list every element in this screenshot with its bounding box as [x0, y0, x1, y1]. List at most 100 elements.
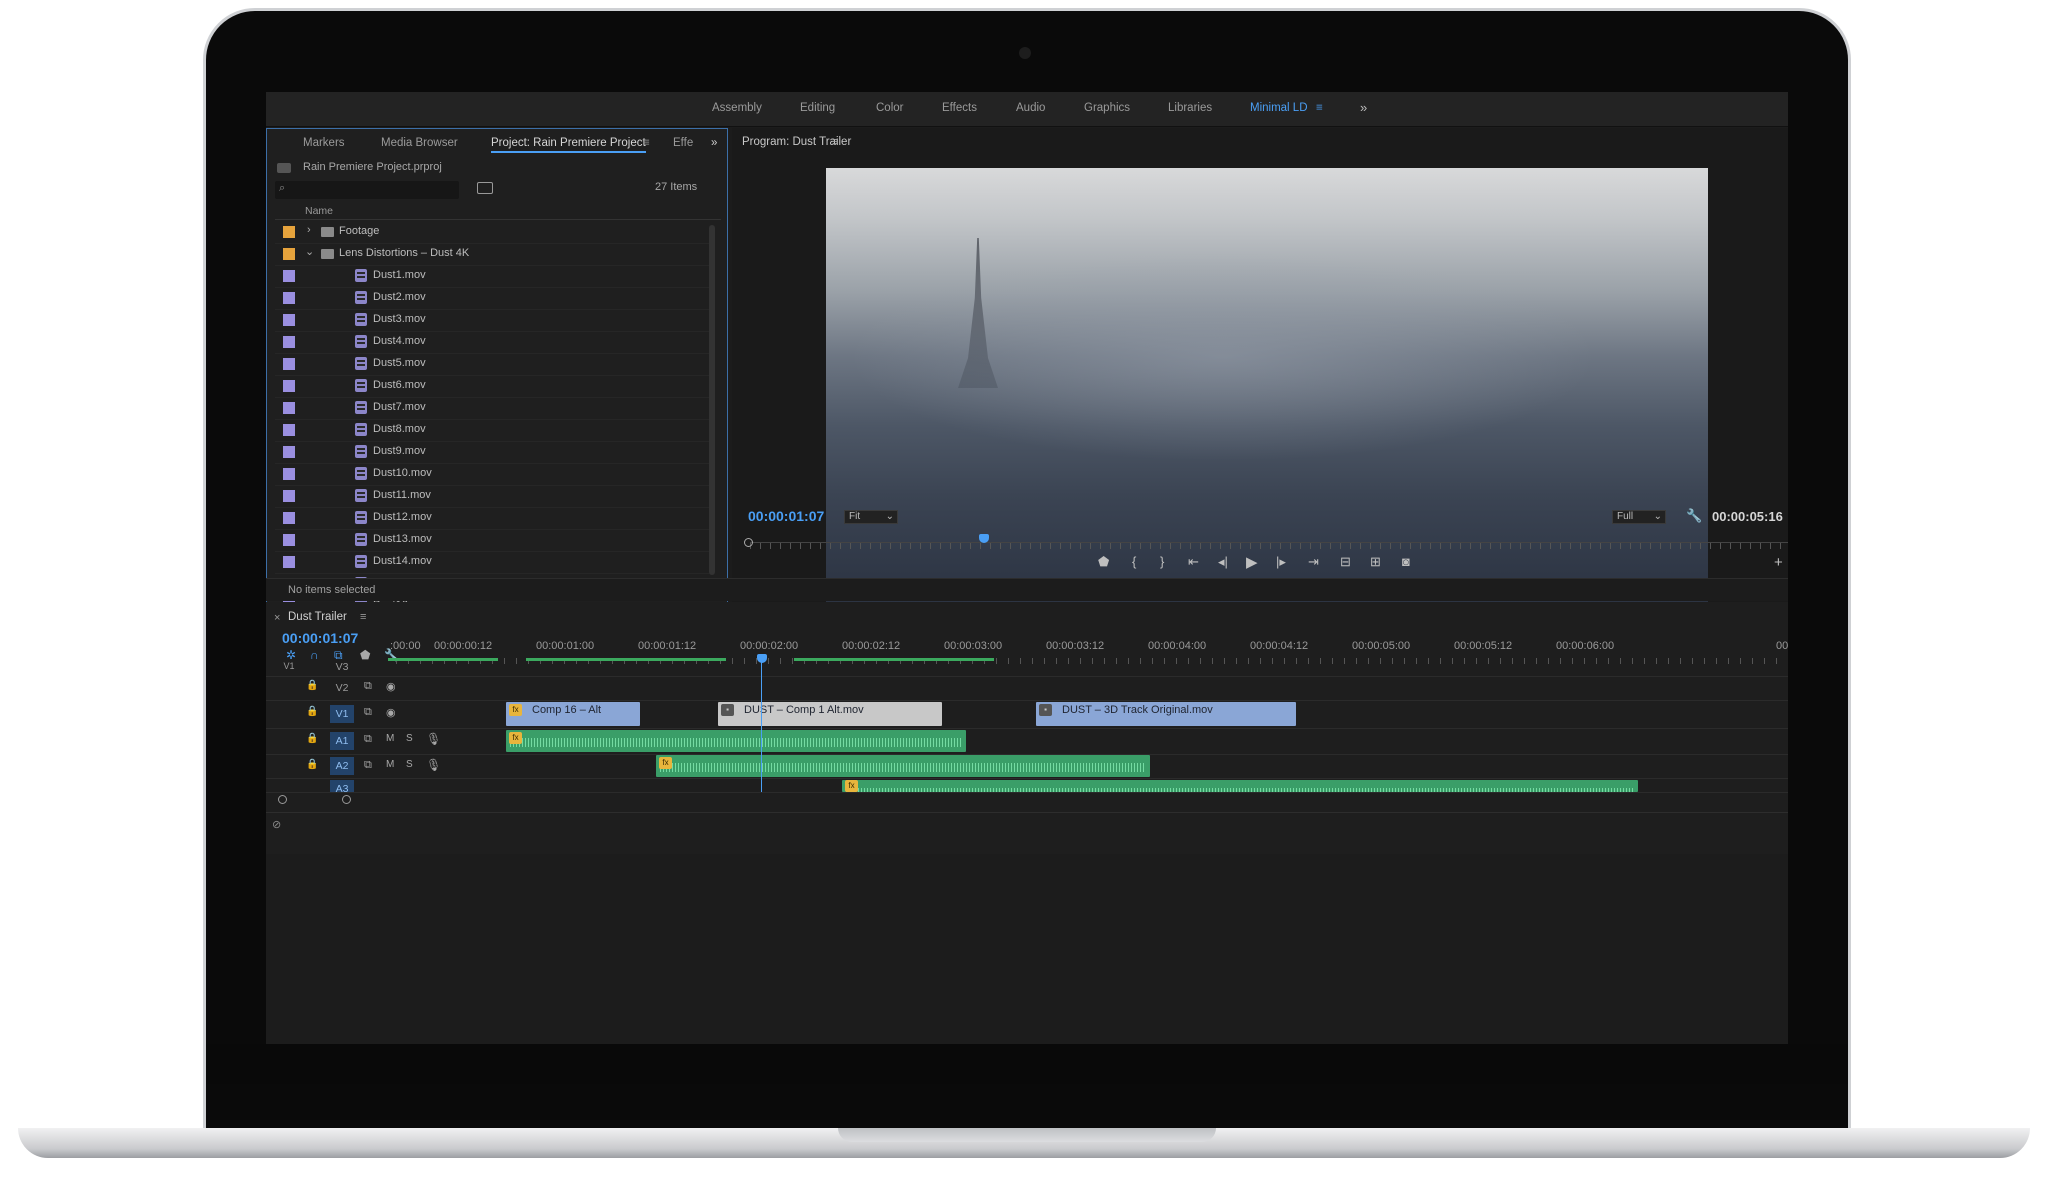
audio-clip[interactable]: fx	[506, 730, 966, 752]
clip-row[interactable]: Dust7.mov	[275, 397, 711, 420]
zoom-scroll-handle-left[interactable]	[278, 795, 287, 804]
sync-lock-icon[interactable]: ⧉	[364, 706, 372, 719]
info-strip: No items selected	[266, 578, 1788, 601]
play-icon[interactable]: ▶	[1246, 553, 1258, 571]
label-color-chip	[283, 512, 295, 524]
clip-row[interactable]: Dust4.mov	[275, 331, 711, 354]
track-label-a2[interactable]: A2	[330, 757, 354, 775]
track-label-v1[interactable]: V1	[330, 705, 354, 723]
tab-effects[interactable]: Effe	[673, 137, 693, 149]
tab-media-browser[interactable]: Media Browser	[381, 137, 458, 149]
sync-lock-icon[interactable]: ⧉	[364, 733, 372, 746]
lift-icon[interactable]: ⊟	[1340, 554, 1351, 570]
workspace-menu-icon[interactable]: ≡	[1316, 102, 1323, 114]
clip-row[interactable]: Dust13.mov	[275, 529, 711, 552]
link-icon[interactable]: ⊘	[272, 818, 281, 831]
clip-row[interactable]: Dust11.mov	[275, 485, 711, 508]
double-chevron-right-icon[interactable]: »	[711, 137, 717, 149]
resolution-dropdown[interactable]: Full ⌄	[1612, 510, 1666, 524]
go-to-in-icon[interactable]: ⇤	[1188, 554, 1199, 570]
microphone-icon[interactable]: 🎙	[426, 732, 441, 746]
folder-row-footage[interactable]: › Footage	[275, 221, 711, 244]
clip-row[interactable]: Dust14.mov	[275, 551, 711, 574]
snap-magnet-icon[interactable]: ∩	[310, 648, 319, 662]
panel-menu-icon[interactable]: ≡	[832, 136, 838, 148]
track-label-a3[interactable]: A3	[330, 780, 354, 792]
sync-lock-icon[interactable]: ⧉	[364, 680, 372, 693]
eye-icon[interactable]: ◉	[386, 680, 396, 693]
workspace-tab-assembly[interactable]: Assembly	[712, 102, 762, 114]
lock-icon[interactable]: 🔒	[306, 706, 318, 717]
clip-row[interactable]: Dust12.mov	[275, 507, 711, 530]
search-input[interactable]: ⌕	[275, 181, 459, 199]
sync-lock-icon[interactable]: ⧉	[364, 759, 372, 772]
sequence-tab[interactable]: Dust Trailer	[288, 611, 347, 623]
double-chevron-right-icon[interactable]: »	[1360, 100, 1367, 115]
step-back-icon[interactable]: ◂|	[1218, 554, 1228, 570]
extract-icon[interactable]: ⊞	[1370, 554, 1381, 570]
workspace-tab-libraries[interactable]: Libraries	[1168, 102, 1212, 114]
track-label-v2[interactable]: V2	[330, 679, 354, 697]
fx-badge: fx	[845, 780, 858, 792]
workspace-tab-effects[interactable]: Effects	[942, 102, 977, 114]
ruler-label: 00:00:03:00	[944, 640, 1003, 652]
panel-menu-icon[interactable]: ≡	[360, 611, 366, 623]
audio-clip[interactable]: fx	[842, 780, 1638, 792]
solo-button[interactable]: S	[406, 733, 413, 744]
clip-row[interactable]: Dust1.mov	[275, 265, 711, 288]
workspace-tab-graphics[interactable]: Graphics	[1084, 102, 1130, 114]
clip-row[interactable]: Dust8.mov	[275, 419, 711, 442]
lock-icon[interactable]: 🔒	[306, 759, 318, 770]
mark-in-icon[interactable]: {	[1132, 554, 1136, 569]
export-frame-camera-icon[interactable]: ◙	[1402, 554, 1410, 569]
folder-label: Lens Distortions – Dust 4K	[339, 247, 470, 259]
video-clip[interactable]: fx Comp 16 – Alt	[506, 702, 640, 726]
video-clip[interactable]: ▪ DUST – Comp 1 Alt.mov	[718, 702, 942, 726]
video-clip[interactable]: ▪ DUST – 3D Track Original.mov	[1036, 702, 1296, 726]
scrollbar[interactable]	[709, 225, 715, 575]
clip-row[interactable]: Dust10.mov	[275, 463, 711, 486]
chevron-down-icon[interactable]: ⌄	[305, 245, 314, 258]
mute-button[interactable]: M	[386, 759, 394, 770]
tab-markers[interactable]: Markers	[303, 137, 345, 149]
clip-label: Dust3.mov	[373, 313, 426, 325]
clip-row[interactable]: Dust6.mov	[275, 375, 711, 398]
microphone-icon[interactable]: 🎙	[426, 758, 441, 772]
clip-row[interactable]: Dust5.mov	[275, 353, 711, 376]
timeline-timecode[interactable]: 00:00:01:07	[282, 630, 358, 646]
clip-row[interactable]: Dust2.mov	[275, 287, 711, 310]
eye-icon[interactable]: ◉	[386, 706, 396, 719]
workspace-tab-color[interactable]: Color	[876, 102, 903, 114]
mute-button[interactable]: M	[386, 733, 394, 744]
zoom-dropdown[interactable]: Fit ⌄	[844, 510, 898, 524]
solo-button[interactable]: S	[406, 759, 413, 770]
column-header-name[interactable]: Name	[305, 205, 333, 217]
chevron-right-icon[interactable]: ›	[307, 224, 311, 236]
clip-row[interactable]: Dust9.mov	[275, 441, 711, 464]
source-patch-v1[interactable]: V1	[280, 660, 298, 672]
add-marker-icon[interactable]: ⬟	[360, 648, 370, 662]
close-icon[interactable]: ×	[274, 612, 280, 624]
clip-row[interactable]: Dust3.mov	[275, 309, 711, 332]
wrench-icon[interactable]: 🔧	[1686, 508, 1702, 524]
workspace-tab-editing[interactable]: Editing	[800, 102, 835, 114]
tab-project[interactable]: Project: Rain Premiere Project	[491, 137, 646, 153]
panel-menu-icon[interactable]: ≡	[643, 137, 650, 149]
button-editor-plus-icon[interactable]: +	[1774, 554, 1783, 571]
lock-icon[interactable]: 🔒	[306, 733, 318, 744]
workspace-tab-minimal-ld[interactable]: Minimal LD	[1250, 102, 1308, 114]
audio-clip[interactable]: fx	[656, 755, 1150, 777]
add-marker-icon[interactable]: ⬟	[1098, 554, 1109, 570]
go-to-out-icon[interactable]: ⇥	[1308, 554, 1319, 570]
track-label-a1[interactable]: A1	[330, 732, 354, 750]
track-label-v3[interactable]: V3	[330, 658, 354, 676]
zoom-scroll-handle-right[interactable]	[342, 795, 351, 804]
new-search-bin-icon[interactable]	[477, 182, 493, 194]
step-forward-icon[interactable]: |▸	[1276, 554, 1286, 570]
folder-row-lens-distortions[interactable]: ⌄ Lens Distortions – Dust 4K	[275, 243, 711, 266]
lock-icon[interactable]: 🔒	[306, 680, 318, 691]
mark-out-icon[interactable]: }	[1160, 554, 1164, 569]
scrubber-start-handle[interactable]	[744, 538, 753, 547]
workspace-tab-audio[interactable]: Audio	[1016, 102, 1045, 114]
playhead-timecode[interactable]: 00:00:01:07	[748, 508, 824, 524]
